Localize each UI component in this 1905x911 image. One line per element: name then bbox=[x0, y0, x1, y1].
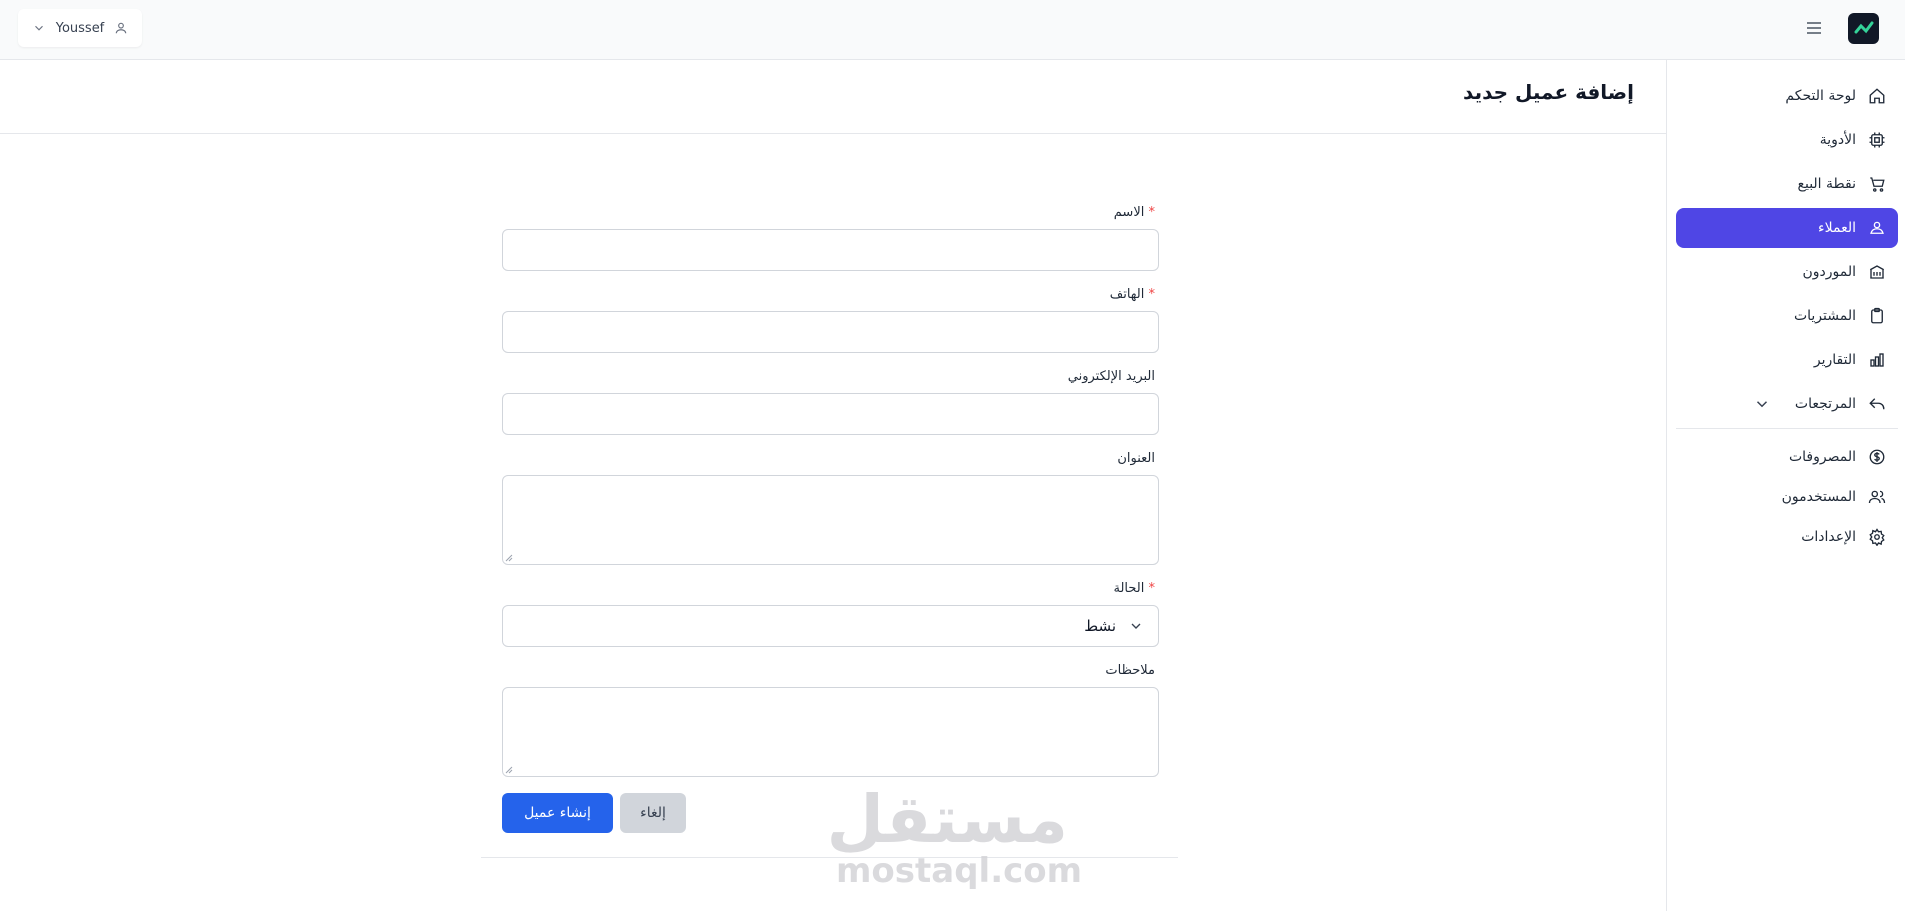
hamburger-icon[interactable] bbox=[1804, 17, 1824, 39]
dollar-icon bbox=[1869, 449, 1885, 465]
phone-label: * الهاتف bbox=[1110, 287, 1155, 302]
sidebar-item-suppliers[interactable]: الموردون bbox=[1676, 252, 1898, 292]
sidebar-item-settings[interactable]: الإعدادات bbox=[1676, 517, 1898, 557]
phone-input[interactable] bbox=[502, 311, 1159, 353]
watermark: مستقل mostaql.com bbox=[826, 780, 1083, 900]
sidebar-item-label: العملاء bbox=[1818, 220, 1856, 236]
sidebar-item-label: التقارير bbox=[1813, 352, 1856, 368]
sidebar-item-label: الإعدادات bbox=[1801, 529, 1856, 545]
sidebar-item-purchases[interactable]: المشتريات bbox=[1676, 296, 1898, 336]
sidebar-item-pos[interactable]: نقطة البيع bbox=[1676, 164, 1898, 204]
chevron-down-icon bbox=[1131, 623, 1141, 629]
phone-label-text: الهاتف bbox=[1109, 287, 1145, 302]
sidebar-item-medicines[interactable]: الأدوية bbox=[1676, 120, 1898, 160]
name-label: * الاسم bbox=[1114, 205, 1155, 220]
status-label-text: الحالة bbox=[1113, 581, 1145, 596]
sidebar-item-label: لوحة التحكم bbox=[1785, 88, 1856, 104]
sidebar-item-label: الأدوية bbox=[1819, 132, 1856, 148]
status-select[interactable]: نشط bbox=[502, 605, 1159, 647]
sidebar-divider bbox=[1676, 428, 1898, 429]
app-logo[interactable] bbox=[1848, 13, 1879, 44]
customer-form: * الاسم * الهاتف البريد الإلكتروني العنو… bbox=[481, 195, 1178, 858]
required-mark: * bbox=[1148, 205, 1156, 220]
customers-icon bbox=[1870, 221, 1884, 234]
sidebar-item-label: الموردون bbox=[1802, 264, 1856, 280]
user-menu-button[interactable]: Youssef bbox=[18, 9, 142, 47]
create-customer-button[interactable]: إنشاء عميل bbox=[502, 793, 613, 833]
name-label-text: الاسم bbox=[1113, 205, 1145, 220]
email-input[interactable] bbox=[502, 393, 1159, 435]
address-textarea[interactable] bbox=[502, 475, 1159, 565]
sidebar-item-returns[interactable]: المرتجعات bbox=[1676, 384, 1898, 424]
home-icon bbox=[1869, 88, 1885, 104]
sidebar-item-label: نقطة البيع bbox=[1797, 176, 1856, 192]
sidebar-item-reports[interactable]: التقارير bbox=[1676, 340, 1898, 380]
users-icon bbox=[1868, 490, 1886, 504]
return-icon bbox=[1869, 398, 1885, 410]
chart-icon bbox=[1870, 353, 1884, 367]
settings-icon bbox=[1869, 528, 1885, 546]
notes-textarea[interactable] bbox=[502, 687, 1159, 777]
address-label: العنوان bbox=[1117, 451, 1155, 466]
resize-handle-icon[interactable] bbox=[505, 766, 513, 774]
sidebar-item-dashboard[interactable]: لوحة التحكم bbox=[1676, 76, 1898, 116]
building-icon bbox=[1869, 265, 1885, 279]
required-mark: * bbox=[1148, 581, 1156, 596]
top-bar: Youssef bbox=[0, 0, 1905, 60]
watermark-latin: mostaql.com bbox=[836, 851, 1083, 891]
sidebar-item-label: المستخدمون bbox=[1781, 489, 1856, 505]
sidebar-item-label: المشتريات bbox=[1793, 308, 1856, 324]
chip-icon bbox=[1869, 132, 1885, 148]
email-label: البريد الإلكتروني bbox=[1067, 369, 1155, 384]
cart-icon bbox=[1870, 177, 1885, 192]
clipboard-icon bbox=[1871, 307, 1883, 324]
user-name: Youssef bbox=[55, 20, 105, 36]
page-title: إضافة عميل جديد bbox=[1463, 80, 1634, 104]
sidebar-item-users[interactable]: المستخدمون bbox=[1676, 477, 1898, 517]
user-icon bbox=[116, 22, 127, 34]
resize-handle-icon[interactable] bbox=[505, 554, 513, 562]
required-mark: * bbox=[1148, 287, 1156, 302]
page-header: إضافة عميل جديد bbox=[0, 60, 1666, 134]
cancel-button[interactable]: إلغاء bbox=[620, 793, 686, 833]
sidebar-item-label: المصروفات bbox=[1788, 449, 1856, 465]
watermark-arabic: مستقل bbox=[826, 781, 1068, 858]
sidebar-item-expenses[interactable]: المصروفات bbox=[1676, 437, 1898, 477]
status-select-value: نشط bbox=[1084, 617, 1116, 635]
sidebar-item-label: المرتجعات bbox=[1794, 396, 1856, 412]
chevron-down-icon[interactable] bbox=[1753, 395, 1783, 413]
name-input[interactable] bbox=[502, 229, 1159, 271]
sidebar-item-customers[interactable]: العملاء bbox=[1676, 208, 1898, 248]
sidebar: لوحة التحكم الأدوية نقطة البيع العملاء ا… bbox=[1666, 60, 1905, 911]
status-label: * الحالة bbox=[1114, 581, 1156, 596]
chevron-down-icon bbox=[34, 25, 43, 31]
notes-label: ملاحظات bbox=[1105, 663, 1155, 678]
